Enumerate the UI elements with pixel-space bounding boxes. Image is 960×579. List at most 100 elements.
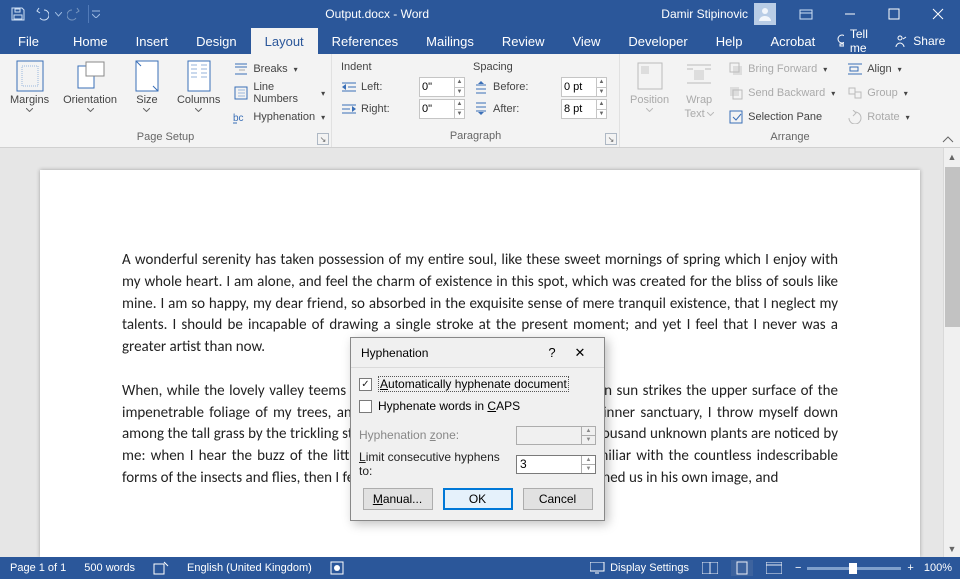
indent-right-value[interactable] (420, 100, 454, 118)
chevron-down-icon: ▾ (321, 89, 325, 98)
zoom-track[interactable] (807, 567, 901, 570)
spacing-before-value[interactable] (562, 78, 596, 96)
web-layout-button[interactable] (763, 560, 785, 576)
minimize-button[interactable] (828, 0, 872, 28)
close-button[interactable] (916, 0, 960, 28)
orientation-label: Orientation (63, 94, 117, 106)
status-language[interactable]: English (United Kingdom) (187, 562, 312, 574)
hyphenation-label: Hyphenation (253, 111, 315, 123)
ribbon-display-options-button[interactable] (784, 0, 828, 28)
zoom-slider[interactable]: − + (795, 562, 914, 574)
size-button[interactable]: Size (127, 58, 167, 114)
stepper-down-icon[interactable]: ▼ (596, 88, 606, 97)
stepper-down-icon[interactable]: ▼ (581, 465, 595, 473)
stepper-down-icon[interactable]: ▼ (454, 110, 464, 119)
selection-pane-button[interactable]: Selection Pane (725, 106, 838, 128)
limit-hyphens-input[interactable]: ▲▼ (516, 455, 596, 474)
line-numbers-button[interactable]: Line Numbers ▾ (230, 82, 328, 104)
zoom-knob[interactable] (849, 563, 857, 574)
vertical-scrollbar[interactable]: ▲ ▼ (943, 148, 960, 557)
selection-pane-label: Selection Pane (748, 111, 822, 123)
scroll-up-icon[interactable]: ▲ (944, 148, 960, 165)
save-icon[interactable] (6, 0, 30, 28)
align-button[interactable]: Align ▾ (844, 58, 912, 80)
orientation-button[interactable]: Orientation (59, 58, 121, 114)
status-page[interactable]: Page 1 of 1 (10, 562, 66, 574)
share-label: Share (913, 34, 945, 48)
paragraph-dialog-launcher[interactable]: ↘ (605, 133, 617, 145)
document-area: A wonderful serenity has taken possessio… (0, 148, 960, 557)
indent-left-value[interactable] (420, 78, 454, 96)
limit-hyphens-value[interactable] (517, 456, 581, 473)
dialog-titlebar[interactable]: Hyphenation ? ✕ (351, 338, 604, 368)
macro-record-icon[interactable] (330, 561, 344, 575)
tab-help[interactable]: Help (702, 28, 757, 54)
scroll-down-icon[interactable]: ▼ (944, 540, 960, 557)
tab-insert[interactable]: Insert (122, 28, 183, 54)
user-account[interactable]: Damir Stipinovic (653, 3, 784, 25)
indent-right-input[interactable]: ▲▼ (419, 99, 465, 119)
dialog-close-button[interactable]: ✕ (566, 345, 594, 361)
stepper-down-icon[interactable]: ▼ (454, 88, 464, 97)
indent-left-input[interactable]: ▲▼ (419, 77, 465, 97)
columns-button[interactable]: Columns (173, 58, 224, 114)
hyphenation-dialog: Hyphenation ? ✕ ✓ AAutomatically hyphena… (350, 337, 605, 521)
print-layout-button[interactable] (731, 560, 753, 576)
maximize-button[interactable] (872, 0, 916, 28)
zoom-out-button[interactable]: − (795, 562, 801, 574)
tab-review[interactable]: Review (488, 28, 559, 54)
stepper-up-icon[interactable]: ▲ (454, 78, 464, 88)
tab-view[interactable]: View (558, 28, 614, 54)
caps-hyphenate-checkbox[interactable]: Hyphenate words in CAPS (359, 396, 596, 416)
display-settings-button[interactable]: Display Settings (590, 562, 689, 574)
chevron-down-icon: ▾ (294, 65, 298, 74)
proofing-icon[interactable] (153, 561, 169, 575)
tab-references[interactable]: References (318, 28, 412, 54)
group-paragraph: Indent Left: ▲▼ Right: ▲▼ Spacing (332, 54, 620, 147)
share-icon (893, 34, 907, 48)
tab-design[interactable]: Design (182, 28, 250, 54)
ok-button[interactable]: OK (443, 488, 513, 510)
read-mode-button[interactable] (699, 560, 721, 576)
stepper-up-icon[interactable]: ▲ (581, 456, 595, 465)
indent-right-label: Right: (361, 103, 390, 115)
redo-icon[interactable] (62, 0, 86, 28)
auto-hyphenate-checkbox[interactable]: ✓ AAutomatically hyphenate documentutoma… (359, 374, 596, 394)
zoom-level[interactable]: 100% (924, 562, 952, 574)
tab-file[interactable]: File (4, 28, 53, 54)
stepper-down-icon[interactable]: ▼ (596, 110, 606, 119)
breaks-button[interactable]: Breaks ▾ (230, 58, 328, 80)
stepper-up-icon[interactable]: ▲ (596, 100, 606, 110)
spacing-after-value[interactable] (562, 100, 596, 118)
stepper-up-icon[interactable]: ▲ (596, 78, 606, 88)
manual-button[interactable]: Manual... (363, 488, 433, 510)
limit-hyphens-row: Limit consecutive hyphens to: ▲▼ (359, 454, 596, 474)
tab-developer[interactable]: Developer (614, 28, 701, 54)
cancel-button[interactable]: Cancel (523, 488, 593, 510)
size-icon (131, 60, 163, 92)
undo-icon[interactable] (30, 0, 54, 28)
share-button[interactable]: Share (887, 34, 951, 48)
dialog-help-button[interactable]: ? (538, 345, 566, 360)
chevron-down-icon[interactable] (54, 0, 62, 28)
scroll-thumb[interactable] (945, 167, 960, 327)
tab-home[interactable]: Home (59, 28, 122, 54)
spacing-after-input[interactable]: ▲▼ (561, 99, 607, 119)
position-icon (634, 60, 666, 92)
tab-mailings[interactable]: Mailings (412, 28, 488, 54)
window-title: Output.docx - Word (101, 7, 653, 21)
tell-me-button[interactable]: Tell me (829, 27, 879, 55)
tab-layout[interactable]: Layout (251, 28, 318, 54)
spacing-after-icon (473, 101, 489, 117)
margins-button[interactable]: Margins (6, 58, 53, 114)
page-setup-dialog-launcher[interactable]: ↘ (317, 133, 329, 145)
status-words[interactable]: 500 words (84, 562, 135, 574)
tab-acrobat[interactable]: Acrobat (756, 28, 829, 54)
qat-customize-icon[interactable] (91, 0, 101, 28)
spacing-before-input[interactable]: ▲▼ (561, 77, 607, 97)
collapse-ribbon-icon[interactable] (942, 135, 954, 143)
hyphenation-button[interactable]: bc Hyphenation ▾ (230, 106, 328, 128)
svg-text:bc: bc (233, 113, 244, 124)
stepper-up-icon[interactable]: ▲ (454, 100, 464, 110)
zoom-in-button[interactable]: + (907, 562, 913, 574)
